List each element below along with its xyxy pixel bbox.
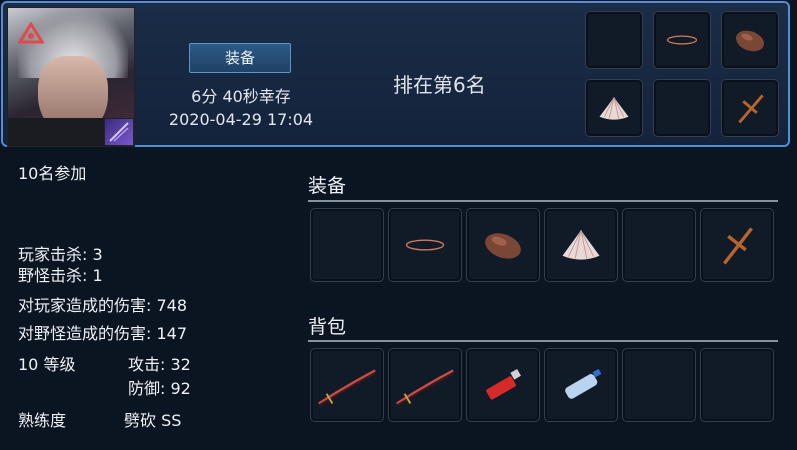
water-bottle-icon <box>565 368 602 399</box>
equipment-slot-cross[interactable] <box>700 208 774 282</box>
seashell-icon <box>599 97 629 120</box>
equipment-slot-empty[interactable] <box>622 208 696 282</box>
katana-icon <box>396 369 454 407</box>
survival-time: 6分 40秒幸存 <box>191 87 291 106</box>
lighter-icon <box>486 368 521 400</box>
backpack-slot-empty[interactable] <box>622 348 696 422</box>
wooden-cross-icon <box>738 94 764 124</box>
damage-to-monsters: 对野怪造成的伤害: 147 <box>18 324 188 343</box>
equipment-slot-ring[interactable] <box>388 208 462 282</box>
proficiency-value: 劈砍 SS <box>124 411 182 430</box>
attack-stat: 攻击: 32 <box>128 355 191 374</box>
seashell-icon <box>562 230 600 260</box>
monster-kills: 野怪击杀: 1 <box>18 266 103 285</box>
header-slot-empty[interactable] <box>585 11 643 69</box>
equipment-slot-pouch[interactable] <box>466 208 540 282</box>
backpack-divider <box>308 340 778 342</box>
equipment-divider <box>308 200 778 202</box>
header-slot-empty[interactable] <box>653 79 711 137</box>
leather-pouch-icon <box>485 233 521 259</box>
ring-icon <box>666 35 698 45</box>
proficiency-label: 熟练度 <box>18 411 67 430</box>
character-portrait <box>7 7 135 147</box>
leather-pouch-icon <box>735 30 765 52</box>
match-date: 2020-04-29 17:04 <box>168 110 314 129</box>
header-slot-cross[interactable] <box>721 79 779 137</box>
wooden-cross-icon <box>723 227 753 265</box>
header-slot-ring[interactable] <box>653 11 711 69</box>
damage-to-players: 对玩家造成的伤害: 748 <box>18 296 188 315</box>
match-result-header: 装备 6分 40秒幸存 2020-04-29 17:04 排在第6名 <box>1 1 790 147</box>
equipment-slot-empty[interactable] <box>310 208 384 282</box>
equipment-slot-shell[interactable] <box>544 208 618 282</box>
defense-stat: 防御: 92 <box>128 379 191 398</box>
backpack-slot-katana[interactable] <box>388 348 462 422</box>
ring-icon <box>405 239 445 251</box>
rank-text: 排在第6名 <box>393 73 486 97</box>
backpack-slot-empty[interactable] <box>700 348 774 422</box>
player-level: 10 等级 <box>18 355 76 374</box>
katana-icon <box>318 369 376 407</box>
equipment-tag[interactable]: 装备 <box>189 43 291 73</box>
equipment-section-title: 装备 <box>308 175 347 197</box>
backpack-slot-lighter[interactable] <box>466 348 540 422</box>
weapon-class-icon <box>104 118 134 146</box>
backpack-slot-katana[interactable] <box>310 348 384 422</box>
backpack-slot-water[interactable] <box>544 348 618 422</box>
header-slot-pouch[interactable] <box>721 11 779 69</box>
backpack-section-title: 背包 <box>308 316 347 338</box>
rank-triangle-icon <box>18 22 44 44</box>
header-slot-shell[interactable] <box>585 79 643 137</box>
participants-count: 10名参加 <box>18 164 87 183</box>
